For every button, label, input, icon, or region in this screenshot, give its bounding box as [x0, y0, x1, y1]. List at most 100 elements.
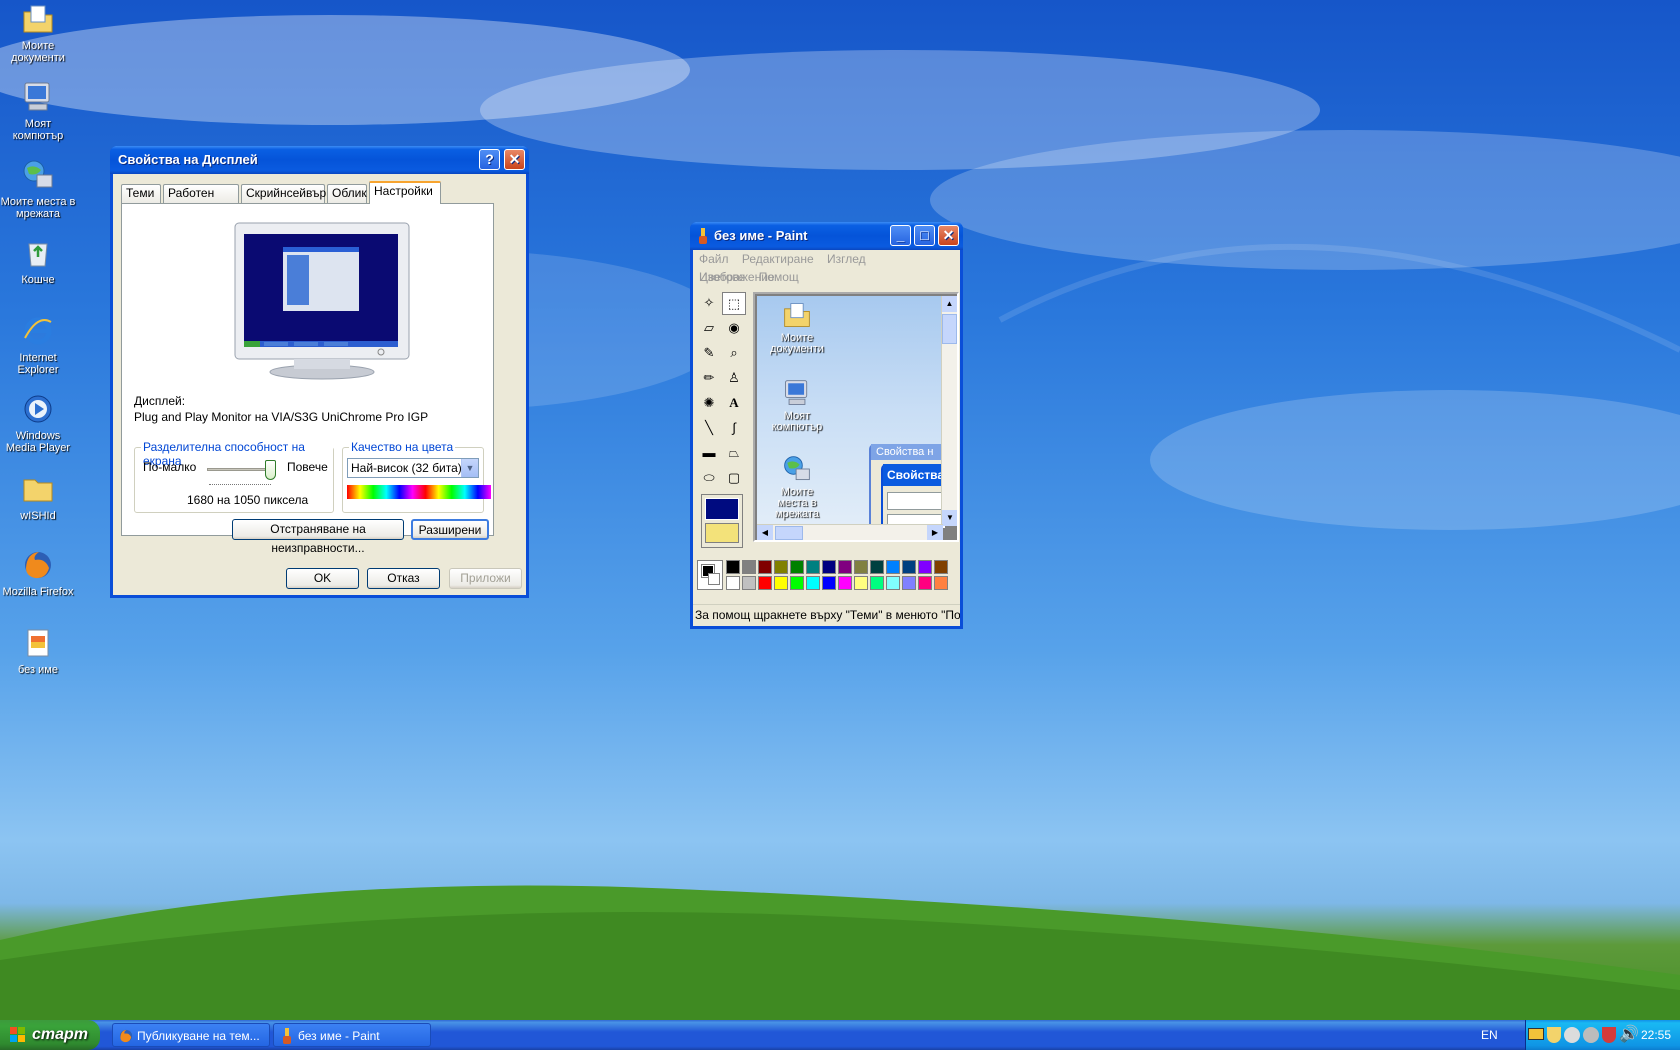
line-tool[interactable]: ╲: [697, 417, 721, 440]
task-paint[interactable]: без име - Paint: [273, 1023, 431, 1047]
palette-swatch[interactable]: [854, 576, 868, 590]
transparency-option-icon[interactable]: [705, 498, 739, 520]
palette-swatch[interactable]: [790, 560, 804, 574]
scroll-thumb-h[interactable]: [775, 526, 803, 540]
palette-swatch[interactable]: [918, 576, 932, 590]
palette-swatch[interactable]: [870, 560, 884, 574]
vertical-scrollbar[interactable]: ▲ ▼: [941, 296, 957, 526]
palette-swatch[interactable]: [854, 560, 868, 574]
palette-swatch[interactable]: [742, 560, 756, 574]
palette-swatch[interactable]: [726, 576, 740, 590]
apply-button[interactable]: Приложи: [449, 568, 522, 589]
menu-edit[interactable]: Редактиране: [742, 252, 814, 266]
shield-icon[interactable]: [1547, 1027, 1561, 1043]
palette-swatch[interactable]: [774, 576, 788, 590]
advanced-button[interactable]: Разширени: [411, 519, 489, 540]
desktop-icon-my-computer[interactable]: Моят компютър: [0, 80, 76, 142]
menu-file[interactable]: Файл: [699, 252, 729, 266]
chevron-down-icon[interactable]: ▼: [461, 459, 478, 477]
scroll-right-icon[interactable]: ▶: [927, 525, 943, 540]
scroll-thumb[interactable]: [942, 314, 957, 344]
background-color[interactable]: [708, 573, 720, 585]
menu-colors[interactable]: Цветове: [699, 270, 745, 284]
network-icon[interactable]: [1564, 1027, 1580, 1043]
palette-swatch[interactable]: [870, 576, 884, 590]
polygon-tool[interactable]: ⏢: [722, 442, 746, 465]
fill-tool[interactable]: ◉: [722, 317, 746, 340]
task-firefox[interactable]: Публикуване на тем...: [112, 1023, 270, 1047]
tab-screensaver[interactable]: Скрийнсейвър: [241, 184, 326, 203]
desktop-icon-firefox[interactable]: Mozilla Firefox: [0, 548, 76, 598]
palette-swatch[interactable]: [838, 576, 852, 590]
palette-swatch[interactable]: [806, 576, 820, 590]
desktop-icon-my-documents[interactable]: Моите документи: [0, 2, 76, 64]
color-quality-select[interactable]: Най-висок (32 бита) ▼: [347, 458, 479, 478]
palette-swatch[interactable]: [886, 560, 900, 574]
text-tool[interactable]: A: [722, 392, 746, 415]
security-alert-icon[interactable]: [1602, 1027, 1616, 1043]
palette-swatch[interactable]: [742, 576, 756, 590]
free-select-tool[interactable]: ✧: [697, 292, 721, 315]
paint-titlebar[interactable]: без име - Paint _ □ ✕: [690, 222, 963, 250]
tab-settings[interactable]: Настройки: [369, 181, 441, 204]
palette-swatch[interactable]: [934, 560, 948, 574]
palette-swatch[interactable]: [822, 560, 836, 574]
volume-icon[interactable]: 🔊: [1619, 1026, 1639, 1044]
s3-tray-icon[interactable]: [1528, 1028, 1544, 1040]
brush-tool[interactable]: ♙: [722, 367, 746, 390]
desktop-icon-folder[interactable]: wISHId: [0, 472, 76, 522]
desktop-icon-recycle-bin[interactable]: Кошче: [0, 236, 76, 286]
start-button[interactable]: старт: [0, 1020, 100, 1050]
ellipse-tool[interactable]: ⬭: [697, 467, 721, 490]
maximize-button[interactable]: □: [914, 225, 935, 246]
color-picker-tool[interactable]: ✎: [697, 342, 721, 365]
paint-canvas-area[interactable]: Моите документи Моят компютър Моите мест…: [753, 292, 959, 542]
curve-tool[interactable]: ∫: [722, 417, 746, 440]
palette-swatch[interactable]: [902, 560, 916, 574]
palette-swatch[interactable]: [758, 576, 772, 590]
cancel-button[interactable]: Отказ: [367, 568, 440, 589]
minimize-button[interactable]: _: [890, 225, 911, 246]
palette-swatch[interactable]: [758, 560, 772, 574]
display-properties-titlebar[interactable]: Свойства на Дисплей ? ✕: [110, 146, 529, 174]
update-icon[interactable]: [1583, 1027, 1599, 1043]
magnifier-tool[interactable]: ⌕: [722, 342, 746, 365]
resolution-slider-track[interactable]: [207, 468, 273, 471]
tab-desktop[interactable]: Работен плот: [163, 184, 239, 217]
menu-help[interactable]: Помощ: [759, 270, 799, 284]
paint-canvas[interactable]: Моите документи Моят компютър Моите мест…: [757, 296, 945, 528]
clock[interactable]: 22:55: [1641, 1020, 1671, 1050]
rounded-rect-tool[interactable]: ▢: [722, 467, 746, 490]
palette-swatch[interactable]: [790, 576, 804, 590]
help-button[interactable]: ?: [479, 149, 500, 170]
opaque-option-icon[interactable]: [705, 523, 739, 543]
scroll-up-icon[interactable]: ▲: [942, 296, 957, 312]
palette-swatch[interactable]: [774, 560, 788, 574]
palette-swatch[interactable]: [806, 560, 820, 574]
resolution-slider-thumb[interactable]: [265, 460, 276, 480]
current-colors[interactable]: [697, 560, 723, 590]
close-button[interactable]: ✕: [504, 149, 525, 170]
desktop-icon-media-player[interactable]: Windows Media Player: [0, 392, 76, 454]
palette-swatch[interactable]: [822, 576, 836, 590]
pencil-tool[interactable]: ✏: [697, 367, 721, 390]
ok-button[interactable]: OK: [286, 568, 359, 589]
troubleshoot-button[interactable]: Отстраняване на неизправности...: [232, 519, 404, 555]
palette-swatch[interactable]: [902, 576, 916, 590]
eraser-tool[interactable]: ▱: [697, 317, 721, 340]
palette-swatch[interactable]: [838, 560, 852, 574]
desktop-icon-internet-explorer[interactable]: Internet Explorer: [0, 314, 76, 376]
airbrush-tool[interactable]: ✺: [697, 392, 721, 415]
palette-swatch[interactable]: [726, 560, 740, 574]
menu-view[interactable]: Изглед: [827, 252, 866, 266]
palette-swatch[interactable]: [934, 576, 948, 590]
tab-appearance[interactable]: Облик: [327, 184, 367, 203]
palette-swatch[interactable]: [918, 560, 932, 574]
close-button[interactable]: ✕: [938, 225, 959, 246]
tool-options[interactable]: [701, 494, 743, 548]
palette-swatch[interactable]: [886, 576, 900, 590]
language-indicator[interactable]: EN: [1481, 1020, 1498, 1050]
rectangle-tool[interactable]: ▬: [697, 442, 721, 465]
desktop-icon-network-places[interactable]: Моите места в мрежата: [0, 158, 76, 220]
scroll-left-icon[interactable]: ◀: [757, 525, 773, 540]
